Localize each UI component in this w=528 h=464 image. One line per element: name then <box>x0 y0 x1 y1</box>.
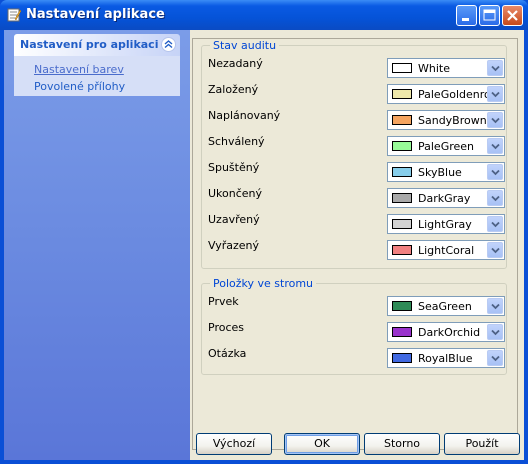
application-window: Nastavení aplikace Nastavení pro aplikac… <box>0 0 528 464</box>
audit-state-color-select[interactable]: SandyBrown <box>387 110 505 130</box>
chevron-down-icon[interactable] <box>487 242 503 258</box>
color-swatch <box>392 167 412 177</box>
ok-button[interactable]: OK <box>284 433 360 455</box>
close-button[interactable] <box>502 5 523 26</box>
color-name: RoyalBlue <box>418 352 473 365</box>
color-name: SeaGreen <box>418 300 472 313</box>
audit-state-color-select[interactable]: SkyBlue <box>387 162 505 182</box>
tree-item-color-select[interactable]: RoyalBlue <box>387 348 505 368</box>
chevron-down-icon[interactable] <box>487 112 503 128</box>
color-name: PaleGoldenrod <box>418 88 498 101</box>
audit-state-label: Nezadaný <box>208 57 263 70</box>
cancel-button[interactable]: Storno <box>364 433 440 455</box>
chevron-down-icon[interactable] <box>487 86 503 102</box>
audit-state-label: Uzavřený <box>208 213 260 226</box>
color-name: LightCoral <box>418 244 475 257</box>
chevron-down-icon[interactable] <box>487 164 503 180</box>
tree-items-group: Položky ve stromu Prvek SeaGreen Proces Dar… <box>201 277 507 375</box>
chevron-down-icon[interactable] <box>487 216 503 232</box>
tree-item-color-select[interactable]: DarkOrchid <box>387 322 505 342</box>
color-swatch <box>392 327 412 337</box>
tree-item-label: Prvek <box>208 295 239 308</box>
color-name: PaleGreen <box>418 140 475 153</box>
color-swatch <box>392 245 412 255</box>
audit-state-legend: Stav auditu <box>210 39 280 52</box>
audit-state-label: Naplánovaný <box>208 109 281 122</box>
maximize-button[interactable] <box>479 5 500 26</box>
sidebar-item-allowed-attachments[interactable]: Povolené přílohy <box>34 80 125 93</box>
color-name: LightGray <box>418 218 472 231</box>
maximize-icon <box>483 9 496 21</box>
tree-items-legend: Položky ve stromu <box>210 277 317 290</box>
settings-app-icon <box>6 7 22 23</box>
color-name: SandyBrown <box>418 114 487 127</box>
chevron-down-icon[interactable] <box>487 60 503 76</box>
audit-state-color-select[interactable]: LightCoral <box>387 240 505 260</box>
audit-state-color-select[interactable]: LightGray <box>387 214 505 234</box>
chevron-down-icon[interactable] <box>487 190 503 206</box>
audit-state-color-select[interactable]: PaleGreen <box>387 136 505 156</box>
color-name: DarkOrchid <box>418 326 481 339</box>
chevron-down-icon[interactable] <box>487 298 503 314</box>
settings-group-header[interactable]: Nastavení pro aplikaci <box>14 34 180 56</box>
color-swatch <box>392 193 412 203</box>
color-name: DarkGray <box>418 192 471 205</box>
title-bar[interactable]: Nastavení aplikace <box>0 0 528 30</box>
audit-state-color-select[interactable]: DarkGray <box>387 188 505 208</box>
apply-button[interactable]: Použít <box>444 433 520 455</box>
color-swatch <box>392 63 412 73</box>
audit-state-label: Ukončený <box>208 187 263 200</box>
minimize-icon <box>462 18 469 21</box>
chevron-down-icon[interactable] <box>487 324 503 340</box>
task-pane: Nastavení pro aplikaci Nastavení barev P… <box>4 30 190 460</box>
audit-state-color-select[interactable]: White <box>387 58 505 78</box>
audit-state-label: Založený <box>208 83 259 96</box>
color-swatch <box>392 115 412 125</box>
tree-item-label: Otázka <box>208 347 247 360</box>
close-icon <box>507 10 518 21</box>
color-swatch <box>392 301 412 311</box>
chevron-down-icon[interactable] <box>487 138 503 154</box>
collapse-chevron-icon[interactable] <box>161 37 176 52</box>
window-title: Nastavení aplikace <box>26 7 165 22</box>
audit-state-group: Stav auditu Nezadaný White Založený PaleGol… <box>201 39 507 269</box>
audit-state-label: Schválený <box>208 135 265 148</box>
settings-group-title: Nastavení pro aplikaci <box>20 38 159 51</box>
audit-state-label: Vyřazený <box>208 239 260 252</box>
chevron-down-icon[interactable] <box>487 350 503 366</box>
default-button[interactable]: Výchozí <box>196 433 272 455</box>
client-area: Nastavení pro aplikaci Nastavení barev P… <box>4 30 524 460</box>
sidebar-item-color-settings[interactable]: Nastavení barev <box>34 63 124 76</box>
color-swatch <box>392 353 412 363</box>
color-swatch <box>392 219 412 229</box>
settings-panel: Stav auditu Nezadaný White Založený PaleGol… <box>192 38 518 450</box>
color-swatch <box>392 89 412 99</box>
audit-state-color-select[interactable]: PaleGoldenrod <box>387 84 505 104</box>
audit-state-label: Spuštěný <box>208 161 260 174</box>
color-name: SkyBlue <box>418 166 462 179</box>
settings-group-body: Nastavení barev Povolené přílohy <box>14 56 180 96</box>
color-swatch <box>392 141 412 151</box>
color-name: White <box>418 62 450 75</box>
minimize-button[interactable] <box>456 5 477 26</box>
tree-item-label: Proces <box>208 321 244 334</box>
tree-item-color-select[interactable]: SeaGreen <box>387 296 505 316</box>
